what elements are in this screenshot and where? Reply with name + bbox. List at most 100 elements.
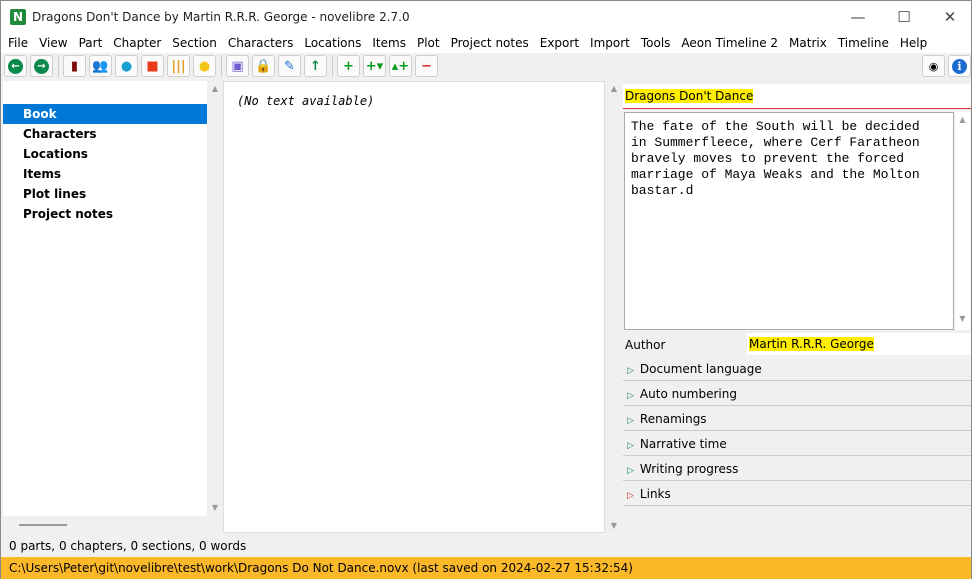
menu-aeon-timeline-2[interactable]: Aeon Timeline 2 xyxy=(681,33,778,53)
book-description-field[interactable]: The fate of the South will be decided in… xyxy=(624,112,954,330)
section-label: Document language xyxy=(639,362,762,376)
toolbar-separator xyxy=(332,55,333,77)
description-scrollbar[interactable]: ▲ ▼ xyxy=(955,112,970,330)
section-label: Links xyxy=(639,487,671,501)
add-child-button[interactable]: +▾ xyxy=(363,55,386,77)
menu-help[interactable]: Help xyxy=(900,33,927,53)
add-parent-button[interactable]: ▴+ xyxy=(389,55,412,77)
tree-item-characters[interactable]: Characters xyxy=(3,124,207,144)
section-writing-progress[interactable]: ▷ Writing progress xyxy=(623,457,971,481)
menu-view[interactable]: View xyxy=(39,33,67,53)
globe-icon: ● xyxy=(120,58,133,74)
project-tree: Book Characters Locations Items Plot lines Pr… xyxy=(3,81,207,516)
section-label: Auto numbering xyxy=(639,387,737,401)
expand-triangle-icon: ▷ xyxy=(627,441,634,451)
text-editor[interactable]: (No text available) xyxy=(223,81,605,533)
expand-triangle-icon: ▷ xyxy=(627,366,634,376)
edit-pen-button[interactable]: ✎ xyxy=(278,55,301,77)
author-label: Author xyxy=(625,338,666,352)
arrow-right-button[interactable]: → xyxy=(30,55,53,77)
add-icon: + xyxy=(343,58,354,74)
book-title-field[interactable]: Dragons Don't Dance xyxy=(623,84,971,109)
menu-chapter[interactable]: Chapter xyxy=(113,33,161,53)
section-links[interactable]: ▷ Links xyxy=(623,482,971,506)
menu-part[interactable]: Part xyxy=(79,33,103,53)
window-title: Dragons Don't Dance by Martin R.R.R. Geo… xyxy=(32,10,410,24)
tree-item-book[interactable]: Book xyxy=(3,104,207,124)
tree-item-items[interactable]: Items xyxy=(3,164,207,184)
menu-file[interactable]: File xyxy=(8,33,28,53)
section-label: Writing progress xyxy=(639,462,739,476)
item-box-icon: ■ xyxy=(146,58,159,74)
menu-bar: File View Part Chapter Section Characters Loca… xyxy=(1,33,971,53)
section-document-language[interactable]: ▷ Document language xyxy=(623,357,971,381)
expand-triangle-icon: ▷ xyxy=(627,391,634,401)
plot-lines-button[interactable]: ||| xyxy=(167,55,190,77)
save-icon: ▣ xyxy=(231,58,244,74)
export-upload-button[interactable]: ↑ xyxy=(304,55,327,77)
book-button[interactable]: ▮ xyxy=(63,55,86,77)
menu-timeline[interactable]: Timeline xyxy=(838,33,889,53)
tree-horizontal-scrollbar[interactable] xyxy=(19,524,67,526)
lightbulb-button[interactable]: ● xyxy=(193,55,216,77)
eye-icon: ◉ xyxy=(928,59,939,73)
menu-characters[interactable]: Characters xyxy=(228,33,294,53)
item-box-button[interactable]: ■ xyxy=(141,55,164,77)
expand-triangle-icon: ▷ xyxy=(627,416,634,426)
close-button[interactable]: ✕ xyxy=(927,5,972,29)
menu-tools[interactable]: Tools xyxy=(641,33,671,53)
section-narrative-time[interactable]: ▷ Narrative time xyxy=(623,432,971,456)
globe-button[interactable]: ● xyxy=(115,55,138,77)
menu-section[interactable]: Section xyxy=(172,33,217,53)
add-button[interactable]: + xyxy=(337,55,360,77)
save-button[interactable]: ▣ xyxy=(226,55,249,77)
arrow-left-button[interactable]: ← xyxy=(4,55,27,77)
menu-items[interactable]: Items xyxy=(372,33,406,53)
expand-triangle-icon: ▷ xyxy=(627,491,634,501)
view-toggle-button[interactable]: ◉ xyxy=(922,55,945,77)
menu-project-notes[interactable]: Project notes xyxy=(451,33,529,53)
menu-matrix[interactable]: Matrix xyxy=(789,33,827,53)
menu-locations[interactable]: Locations xyxy=(304,33,361,53)
tree-scrollbar[interactable]: ▲ ▼ xyxy=(208,81,222,516)
book-icon: ▮ xyxy=(70,58,79,74)
menu-export[interactable]: Export xyxy=(540,33,579,53)
status-bar: 0 parts, 0 chapters, 0 sections, 0 words xyxy=(9,539,247,553)
info-icon: i xyxy=(952,58,967,74)
minimize-button[interactable]: — xyxy=(835,5,881,29)
lock-icon: 🔒 xyxy=(255,58,272,74)
toolbar: ← → ▮ 👥 ● ■ ||| ● ▣ 🔒 ✎ ↑ + +▾ ▴+ − xyxy=(1,53,971,79)
plot-lines-icon: ||| xyxy=(171,58,186,74)
menu-import[interactable]: Import xyxy=(590,33,630,53)
tree-item-locations[interactable]: Locations xyxy=(3,144,207,164)
lightbulb-icon: ● xyxy=(198,58,211,74)
book-title-value: Dragons Don't Dance xyxy=(625,89,754,103)
menu-plot[interactable]: Plot xyxy=(417,33,440,53)
app-icon: N xyxy=(10,9,26,25)
maximize-button[interactable]: ☐ xyxy=(881,5,927,29)
export-upload-icon: ↑ xyxy=(310,58,321,74)
section-renamings[interactable]: ▷ Renamings xyxy=(623,407,971,431)
section-label: Narrative time xyxy=(639,437,727,451)
file-path-bar: C:\Users\Peter\git\novelibre\test\work\D… xyxy=(1,557,971,579)
arrow-left-icon: ← xyxy=(8,58,23,74)
expand-triangle-icon: ▷ xyxy=(627,466,634,476)
add-child-icon: +▾ xyxy=(365,58,384,74)
section-auto-numbering[interactable]: ▷ Auto numbering xyxy=(623,382,971,406)
remove-icon: − xyxy=(421,58,432,74)
tree-item-project-notes[interactable]: Project notes xyxy=(3,204,207,224)
characters-icon: 👥 xyxy=(92,58,109,74)
editor-scrollbar[interactable]: ▲ ▼ xyxy=(607,81,621,533)
toolbar-separator xyxy=(221,55,222,77)
remove-button[interactable]: − xyxy=(415,55,438,77)
section-label: Renamings xyxy=(639,412,707,426)
characters-button[interactable]: 👥 xyxy=(89,55,112,77)
author-field[interactable]: Martin R.R.R. George xyxy=(747,333,971,355)
add-parent-icon: ▴+ xyxy=(391,58,410,74)
arrow-right-icon: → xyxy=(34,58,49,74)
author-value: Martin R.R.R. George xyxy=(749,337,874,351)
lock-button[interactable]: 🔒 xyxy=(252,55,275,77)
tree-item-plot-lines[interactable]: Plot lines xyxy=(3,184,207,204)
toolbar-separator xyxy=(58,55,59,77)
info-button[interactable]: i xyxy=(948,55,971,77)
